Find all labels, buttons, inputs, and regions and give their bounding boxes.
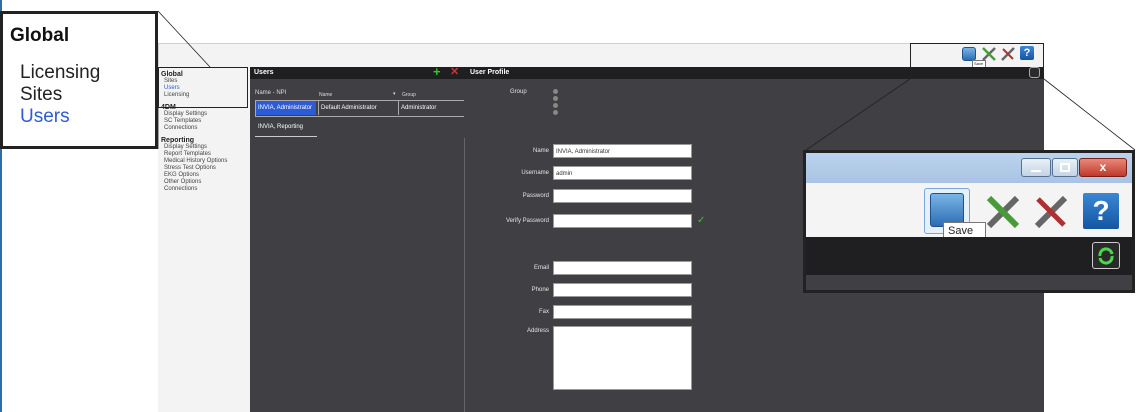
nav-item-display-settings[interactable]: Display Settings [161,111,248,118]
verify-password-label: Verify Password [505,218,549,224]
col-name[interactable]: Name [319,92,332,98]
nav-item-connections[interactable]: Connections [161,125,248,132]
phone-field[interactable] [553,283,692,297]
group-radio[interactable] [553,89,558,94]
group-label: Group [510,89,527,95]
nav-item-sc-templates[interactable]: SC Templates [161,118,248,125]
nav-item-report-templates[interactable]: Report Templates [161,151,248,158]
row-cell-name-npi[interactable]: INVIA, Reporting [256,120,316,134]
row-cell-name[interactable]: Default Administrator [318,101,397,115]
zoom-refresh-icon [1092,242,1120,269]
add-user-icon[interactable]: + [433,65,441,78]
zoom-nav-item-users: Users [20,106,70,127]
row-cell-name-npi[interactable]: INVIA, Administrator [256,101,316,115]
username-label: Username [521,170,549,176]
nav-item-rep-display-settings[interactable]: Display Settings [161,144,248,151]
nav-heading-reporting: Reporting [161,137,195,144]
nav-highlight-box [158,67,248,108]
zoom-settings-tools-icon [1034,195,1068,229]
zoom-help-icon: ? [1083,193,1119,229]
sort-icon: ▾ [393,91,396,97]
col-name-npi[interactable]: Name - NPI [255,90,286,96]
toolbar-highlight-box [910,43,1044,79]
left-nav: Global Sites Users Licensing 4DM Display… [158,66,250,412]
zoom-nav-item-licensing: Licensing [20,62,101,83]
email-field[interactable] [553,261,692,275]
address-field[interactable] [553,326,692,390]
group-radio[interactable] [553,110,558,115]
col-group[interactable]: Group [402,92,416,98]
email-label: Email [533,265,549,271]
fax-field[interactable] [553,305,692,319]
minimize-icon [1021,158,1051,177]
divider [464,138,465,412]
fax-label: Fax [538,309,549,315]
check-icon: ✓ [697,215,706,226]
users-panel-title: Users [250,67,464,79]
name-label: Name [532,148,549,154]
password-field[interactable] [553,189,692,203]
group-radio[interactable] [553,103,558,108]
zoom-dark-header [806,237,1132,275]
nav-item-stress-test[interactable]: Stress Test Options [161,165,248,172]
password-label: Password [522,193,549,199]
close-icon: x [1079,158,1127,177]
nav-item-rep-connections[interactable]: Connections [161,186,248,193]
maximize-icon [1052,158,1078,177]
delete-user-icon[interactable]: ✕ [450,66,459,78]
verify-password-field[interactable] [553,214,692,228]
nav-item-other-options[interactable]: Other Options [161,179,248,186]
nav-item-ekg-options[interactable]: EKG Options [161,172,248,179]
username-field[interactable]: admin [553,166,692,180]
nav-item-medical-history[interactable]: Medical History Options [161,158,248,165]
address-label: Address [526,328,549,334]
group-radio[interactable] [553,96,558,101]
zoom-tools-icon [986,195,1020,229]
zoom-dark-panel [806,275,1132,290]
phone-label: Phone [531,287,549,293]
zoom-nav-item-sites: Sites [20,84,63,105]
zoom-nav-heading: Global [10,25,70,46]
name-field[interactable]: INVIA, Administrator [553,144,692,158]
